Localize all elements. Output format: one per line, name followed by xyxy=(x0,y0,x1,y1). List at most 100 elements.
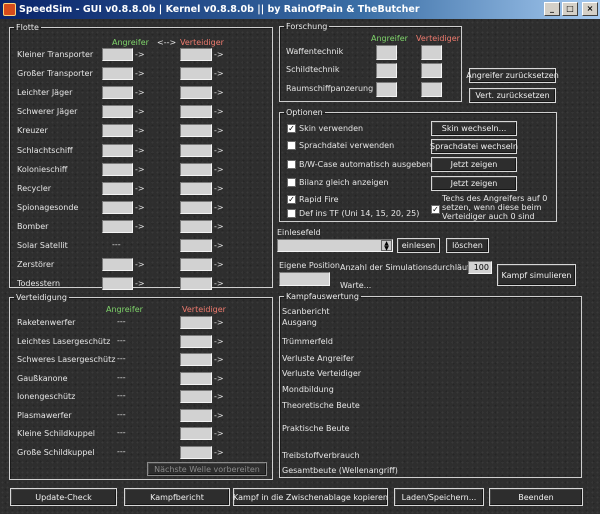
runs-input[interactable]: 100 xyxy=(468,261,492,274)
battle-report-button[interactable]: Kampfbericht xyxy=(124,488,230,506)
defense-defender-input[interactable] xyxy=(180,427,212,440)
fleet-defender-input[interactable] xyxy=(180,239,212,252)
fleet-defender-input[interactable] xyxy=(180,48,212,61)
fleet-copy-arrow[interactable]: -> xyxy=(214,203,224,212)
fleet-attacker-input[interactable] xyxy=(102,124,133,137)
fleet-swap-button[interactable]: <--> xyxy=(157,38,176,47)
research-attacker-input[interactable] xyxy=(376,45,397,60)
language-change-button[interactable]: Sprachdatei wechseln xyxy=(430,139,518,154)
fleet-copy-arrow[interactable]: -> xyxy=(135,50,145,59)
option-checkbox[interactable]: ✓ xyxy=(287,124,296,133)
fleet-copy-arrow[interactable]: -> xyxy=(135,69,145,78)
maximize-button[interactable]: □ xyxy=(562,2,578,16)
fleet-copy-arrow[interactable]: -> xyxy=(135,88,145,97)
fleet-copy-arrow[interactable]: -> xyxy=(135,222,145,231)
research-defender-input[interactable] xyxy=(421,63,442,78)
show-now-button-1[interactable]: Jetzt zeigen xyxy=(431,157,517,172)
fleet-copy-arrow[interactable]: -> xyxy=(214,279,224,288)
fleet-attacker-input[interactable] xyxy=(102,48,133,61)
fleet-copy-arrow[interactable]: -> xyxy=(214,146,224,155)
option-checkbox[interactable]: ✓ xyxy=(287,195,296,204)
fleet-attacker-input[interactable] xyxy=(102,86,133,99)
defense-defender-input[interactable] xyxy=(180,335,212,348)
research-defender-input[interactable] xyxy=(421,45,442,60)
fleet-copy-arrow[interactable]: -> xyxy=(214,50,224,59)
fleet-copy-arrow[interactable]: -> xyxy=(214,260,224,269)
fleet-defender-input[interactable] xyxy=(180,258,212,271)
fleet-copy-arrow[interactable]: -> xyxy=(214,69,224,78)
update-check-button[interactable]: Update-Check xyxy=(10,488,117,506)
fleet-copy-arrow[interactable]: -> xyxy=(135,146,145,155)
fleet-attacker-input[interactable] xyxy=(102,144,133,157)
fleet-defender-input[interactable] xyxy=(180,144,212,157)
reset-attacker-button[interactable]: Angreifer zurücksetzen xyxy=(466,68,559,83)
show-now-button-2[interactable]: Jetzt zeigen xyxy=(431,176,517,191)
fleet-attacker-input[interactable] xyxy=(102,277,133,290)
fleet-copy-arrow[interactable]: -> xyxy=(135,203,145,212)
import-clear-button[interactable]: löschen xyxy=(446,238,489,253)
defense-copy-arrow[interactable]: -> xyxy=(214,411,224,420)
fleet-copy-arrow[interactable]: -> xyxy=(214,88,224,97)
own-position-input[interactable] xyxy=(279,272,330,286)
research-attacker-input[interactable] xyxy=(376,63,397,78)
next-wave-button[interactable]: Nächste Welle vorbereiten xyxy=(147,462,267,476)
defense-defender-input[interactable] xyxy=(180,409,212,422)
defense-copy-arrow[interactable]: -> xyxy=(214,337,224,346)
title-bar[interactable]: SpeedSim - GUI v0.8.8.0b | Kernel v0.8.8… xyxy=(0,0,600,19)
defense-defender-input[interactable] xyxy=(180,390,212,403)
simulate-button[interactable]: Kampf simulieren xyxy=(497,264,576,286)
fleet-copy-arrow[interactable]: -> xyxy=(135,126,145,135)
defense-copy-arrow[interactable]: -> xyxy=(214,355,224,364)
fleet-copy-arrow[interactable]: -> xyxy=(135,184,145,193)
research-attacker-input[interactable] xyxy=(376,82,397,97)
fleet-defender-input[interactable] xyxy=(180,277,212,290)
option-checkbox[interactable] xyxy=(287,209,296,218)
defense-defender-input[interactable] xyxy=(180,446,212,459)
fleet-defender-input[interactable] xyxy=(180,124,212,137)
option-checkbox[interactable] xyxy=(287,141,296,150)
import-read-button[interactable]: einlesen xyxy=(397,238,440,253)
fleet-attacker-input[interactable] xyxy=(102,67,133,80)
research-defender-input[interactable] xyxy=(421,82,442,97)
load-save-button[interactable]: Laden/Speichern... xyxy=(394,488,484,506)
fleet-defender-input[interactable] xyxy=(180,201,212,214)
defense-copy-arrow[interactable]: -> xyxy=(214,392,224,401)
skin-change-button[interactable]: Skin wechseln... xyxy=(431,121,517,136)
defense-copy-arrow[interactable]: -> xyxy=(214,374,224,383)
fleet-copy-arrow[interactable]: -> xyxy=(135,260,145,269)
fleet-attacker-input[interactable] xyxy=(102,105,133,118)
fleet-copy-arrow[interactable]: -> xyxy=(135,107,145,116)
fleet-defender-input[interactable] xyxy=(180,67,212,80)
fleet-defender-input[interactable] xyxy=(180,105,212,118)
reset-defender-button[interactable]: Vert. zurücksetzen xyxy=(469,88,556,103)
fleet-defender-input[interactable] xyxy=(180,86,212,99)
defense-copy-arrow[interactable]: -> xyxy=(214,448,224,457)
defense-copy-arrow[interactable]: -> xyxy=(214,318,224,327)
minimize-button[interactable]: _ xyxy=(544,2,560,16)
fleet-copy-arrow[interactable]: -> xyxy=(214,184,224,193)
fleet-defender-input[interactable] xyxy=(180,163,212,176)
fleet-copy-arrow[interactable]: -> xyxy=(214,126,224,135)
fleet-attacker-input[interactable] xyxy=(102,220,133,233)
fleet-attacker-input[interactable] xyxy=(102,201,133,214)
fleet-copy-arrow[interactable]: -> xyxy=(214,222,224,231)
fleet-defender-input[interactable] xyxy=(180,182,212,195)
fleet-attacker-input[interactable] xyxy=(102,258,133,271)
fleet-copy-arrow[interactable]: -> xyxy=(214,107,224,116)
fleet-copy-arrow[interactable]: -> xyxy=(135,165,145,174)
fleet-attacker-input[interactable] xyxy=(102,182,133,195)
close-button[interactable]: × xyxy=(582,2,598,16)
fleet-attacker-input[interactable] xyxy=(102,163,133,176)
option-checkbox[interactable] xyxy=(287,160,296,169)
fleet-copy-arrow[interactable]: -> xyxy=(135,279,145,288)
fleet-defender-input[interactable] xyxy=(180,220,212,233)
techs-zero-checkbox[interactable]: ✓ xyxy=(431,205,440,214)
fleet-copy-arrow[interactable]: -> xyxy=(214,165,224,174)
defense-defender-input[interactable] xyxy=(180,353,212,366)
fleet-copy-arrow[interactable]: -> xyxy=(214,241,224,250)
defense-defender-input[interactable] xyxy=(180,316,212,329)
copy-clipboard-button[interactable]: Kampf in die Zwischenablage kopieren xyxy=(233,488,388,506)
import-field-input[interactable] xyxy=(277,239,393,252)
import-field-spin-icon[interactable]: ▲ ▼ xyxy=(381,240,392,252)
option-checkbox[interactable] xyxy=(287,178,296,187)
